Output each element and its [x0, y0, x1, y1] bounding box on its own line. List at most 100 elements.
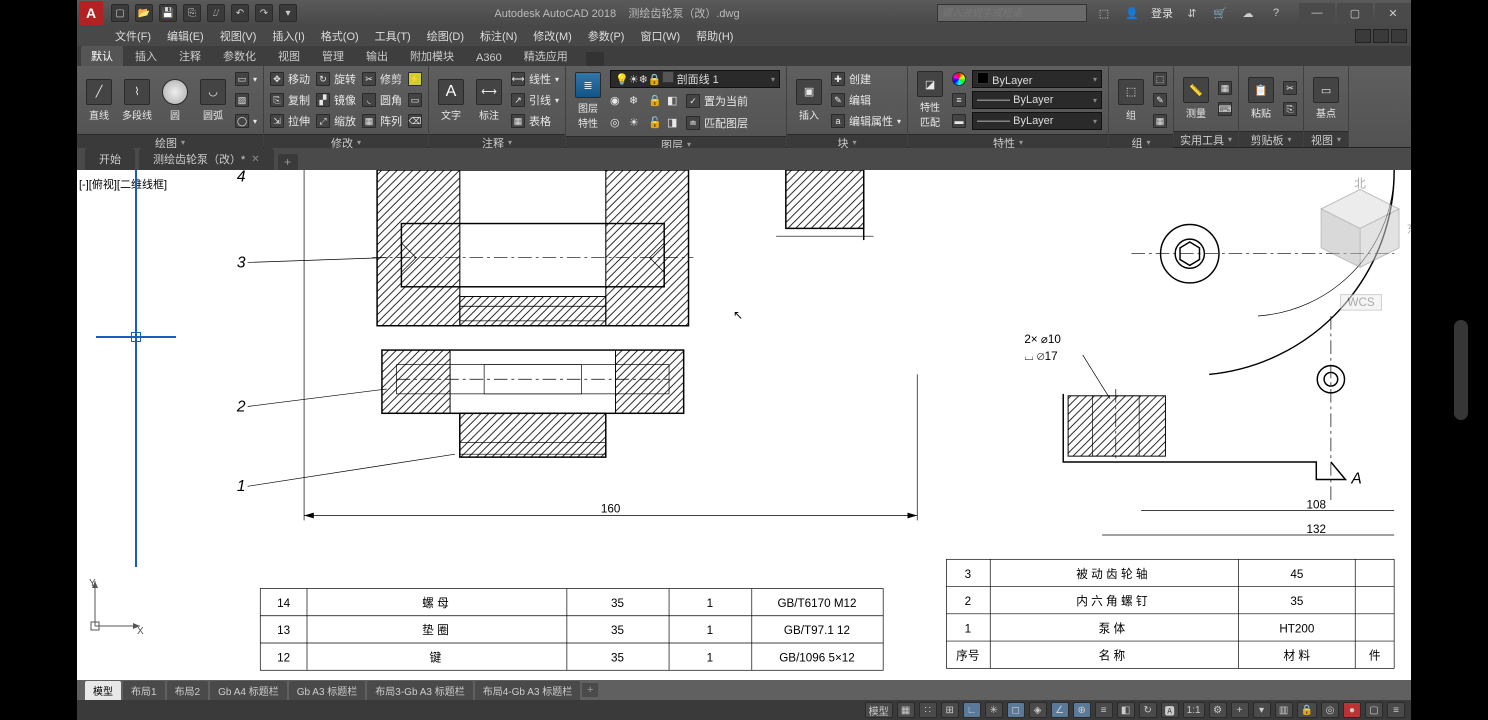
layer-unlock-icon[interactable]: 🔓 — [648, 114, 664, 130]
ribbon-tab-a360[interactable]: A360 — [466, 50, 512, 66]
redo-icon[interactable]: ↷ — [255, 4, 273, 22]
explode-icon[interactable]: ⚡ — [408, 70, 422, 88]
menu-insert[interactable]: 插入(I) — [264, 26, 312, 46]
mdi-close-icon[interactable] — [1391, 29, 1407, 43]
menu-format[interactable]: 格式(O) — [313, 26, 367, 46]
mdi-min-icon[interactable] — [1355, 29, 1371, 43]
transparency-icon[interactable]: ◧ — [1117, 702, 1135, 718]
polyline-button[interactable]: ⌇多段线 — [121, 79, 153, 122]
layer-thaw-icon[interactable]: ☀ — [629, 114, 645, 130]
otrack-icon[interactable]: ∠ — [1051, 702, 1069, 718]
panel-util-title[interactable]: 实用工具 — [1174, 131, 1238, 147]
lweight-icon[interactable]: ▬ — [952, 112, 966, 130]
ribbon-tab-play-icon[interactable] — [586, 52, 604, 66]
table-button[interactable]: ▦表格 — [511, 112, 559, 130]
lockui-icon[interactable]: 🔒 — [1297, 702, 1317, 718]
lweight-toggle-icon[interactable]: ≡ — [1095, 702, 1113, 718]
array-button[interactable]: ▦阵列 — [362, 112, 402, 130]
fillet-button[interactable]: ◟圆角 — [362, 91, 402, 109]
offset-icon[interactable]: ▭ — [408, 91, 422, 109]
help-icon[interactable]: ? — [1267, 4, 1285, 22]
ribbon-tab-default[interactable]: 默认 — [81, 46, 123, 66]
layout-tab-4[interactable]: Gb A3 标题栏 — [289, 681, 366, 700]
ltype-icon[interactable]: ≡ — [952, 91, 966, 109]
layer-off-icon[interactable]: ◉ — [610, 92, 626, 108]
tab-start[interactable]: 开始 — [85, 148, 135, 170]
dim-button[interactable]: ⟷标注 — [473, 79, 505, 122]
3dosnap-icon[interactable]: ◈ — [1029, 702, 1047, 718]
ribbon-tab-insert[interactable]: 插入 — [125, 46, 167, 66]
polar-icon[interactable]: ✳ — [985, 702, 1003, 718]
text-button[interactable]: A文字 — [435, 79, 467, 122]
leader-button[interactable]: ↗引线▾ — [511, 91, 559, 109]
ungroup-icon[interactable]: ⬚ — [1153, 70, 1167, 88]
erase-icon[interactable]: ⌫ — [408, 112, 422, 130]
measure-button[interactable]: 📏测量 — [1180, 77, 1212, 120]
edit-block-button[interactable]: ✎编辑 — [831, 91, 901, 109]
maximize-button[interactable]: ▢ — [1337, 3, 1373, 23]
menu-edit[interactable]: 编辑(E) — [159, 26, 212, 46]
arc-button[interactable]: ◡圆弧 — [197, 79, 229, 122]
open-icon[interactable]: 📂 — [135, 4, 153, 22]
calc-icon[interactable]: ⌨ — [1218, 100, 1232, 118]
tab-close-icon[interactable]: ✕ — [251, 154, 259, 165]
insert-block-button[interactable]: ▣插入 — [793, 79, 825, 122]
match-props-button[interactable]: ◪特性 匹配 — [914, 71, 946, 129]
ribbon-tab-addins[interactable]: 附加模块 — [400, 46, 464, 66]
menu-tools[interactable]: 工具(T) — [367, 26, 419, 46]
layer-on-icon[interactable]: ◎ — [610, 114, 626, 130]
infer-icon[interactable]: ⊞ — [941, 702, 959, 718]
color-dropdown[interactable]: ByLayer▾ — [972, 70, 1102, 88]
print-icon[interactable]: ⌰ — [207, 4, 225, 22]
ribbon-tab-featured[interactable]: 精选应用 — [514, 46, 578, 66]
ribbon-tab-annotate[interactable]: 注释 — [169, 46, 211, 66]
ribbon-tab-view[interactable]: 视图 — [268, 46, 310, 66]
quickprops-icon[interactable]: ▥ — [1275, 702, 1293, 718]
lineweight-dropdown[interactable]: ——— ByLayer▾ — [972, 112, 1102, 130]
layer-lock-icon[interactable]: 🔒 — [648, 92, 664, 108]
linetype-dropdown[interactable]: ——— ByLayer▾ — [972, 91, 1102, 109]
copy-button[interactable]: ⎘复制 — [270, 91, 310, 109]
layer-dropdown[interactable]: 💡☀❄🔒 剖面线 1▾ — [610, 70, 780, 88]
mdi-max-icon[interactable] — [1373, 29, 1389, 43]
tab-add-button[interactable]: + — [278, 154, 298, 170]
ucs-icon[interactable]: YX — [85, 576, 145, 636]
layout-tab-1[interactable]: 布局1 — [123, 681, 165, 700]
undo-icon[interactable]: ↶ — [231, 4, 249, 22]
snap-icon[interactable]: ∷ — [919, 702, 937, 718]
menu-param[interactable]: 参数(P) — [580, 26, 633, 46]
cycling-icon[interactable]: ↻ — [1139, 702, 1157, 718]
line-button[interactable]: ╱直线 — [83, 79, 115, 122]
group-sel-icon[interactable]: ▦ — [1153, 112, 1167, 130]
cart-icon[interactable]: 🛒 — [1211, 4, 1229, 22]
menu-view[interactable]: 视图(V) — [212, 26, 265, 46]
exchange-icon[interactable]: ⇵ — [1183, 4, 1201, 22]
layout-tab-6[interactable]: 布局4-Gb A3 标题栏 — [475, 681, 580, 700]
group-edit-icon[interactable]: ✎ — [1153, 91, 1167, 109]
status-model-button[interactable]: 模型 — [865, 702, 893, 718]
new-icon[interactable]: ▢ — [111, 4, 129, 22]
ortho-icon[interactable]: ∟ — [963, 702, 981, 718]
group-button[interactable]: ⬚组 — [1115, 79, 1147, 122]
share-icon[interactable]: ☁ — [1239, 4, 1257, 22]
copy-clip-icon[interactable]: ⎘ — [1283, 100, 1297, 118]
trim-button[interactable]: ✂修剪 — [362, 70, 402, 88]
osnap-icon[interactable]: ◻ — [1007, 702, 1025, 718]
menu-modify[interactable]: 修改(M) — [525, 26, 580, 46]
panel-view-title[interactable]: 视图 — [1304, 131, 1348, 147]
saveas-icon[interactable]: ⎘ — [183, 4, 201, 22]
save-icon[interactable]: 💾 — [159, 4, 177, 22]
login-label[interactable]: 登录 — [1151, 5, 1173, 21]
color-icon[interactable] — [952, 70, 966, 88]
menu-draw[interactable]: 绘图(D) — [419, 26, 472, 46]
cleanscreen-icon[interactable]: ▢ — [1365, 702, 1383, 718]
mirror-button[interactable]: ▞镜像 — [316, 91, 356, 109]
units-icon[interactable]: ▾ — [1253, 702, 1271, 718]
drawing-canvas[interactable]: [-][俯视][二维线框] — [77, 170, 1411, 680]
layout-tab-add[interactable]: + — [582, 683, 598, 697]
autodesk-icon[interactable]: ⬚ — [1095, 4, 1113, 22]
menu-file[interactable]: 文件(F) — [107, 26, 159, 46]
layout-tab-model[interactable]: 模型 — [85, 681, 121, 700]
base-button[interactable]: ▭基点 — [1310, 77, 1342, 120]
workspace-icon[interactable]: ⚙ — [1209, 702, 1227, 718]
